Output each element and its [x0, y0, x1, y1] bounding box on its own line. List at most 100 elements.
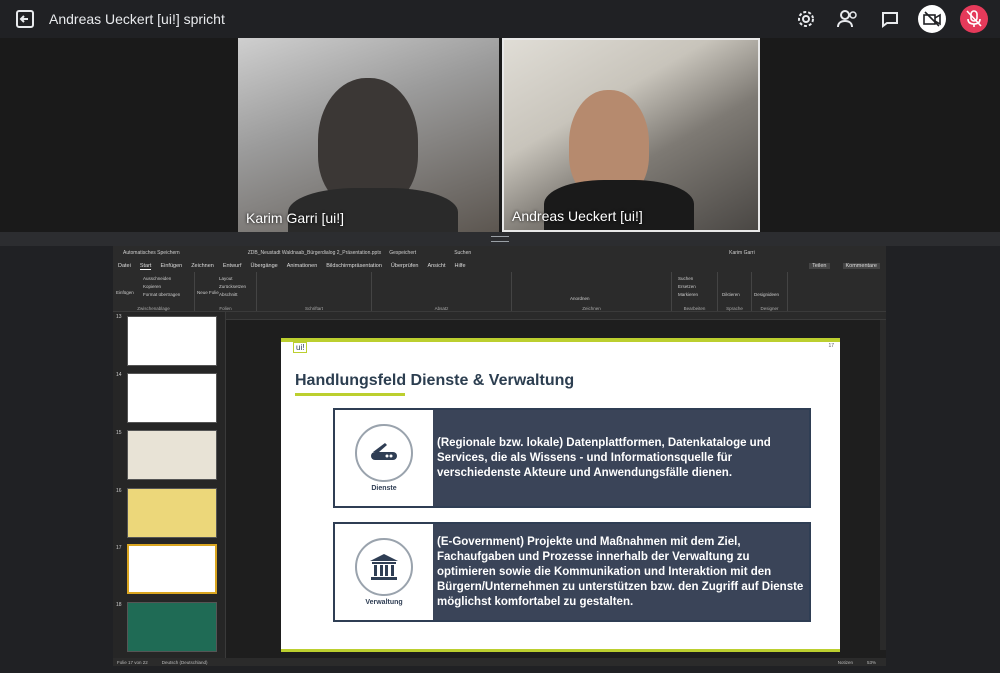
menu-zeichnen[interactable]: Zeichnen — [191, 263, 214, 269]
thumb-number: 17 — [116, 545, 122, 551]
slide-thumb-15[interactable] — [127, 430, 217, 480]
government-building-icon — [355, 538, 413, 596]
menu-entwurf[interactable]: Entwurf — [223, 263, 242, 269]
thumb-number: 14 — [116, 372, 122, 378]
menu-datei[interactable]: Datei — [118, 263, 131, 269]
language-indicator[interactable]: Deutsch (Deutschland) — [162, 660, 208, 665]
group-voice: Diktieren Sprache — [718, 272, 752, 311]
card-text: (E-Government) Projekte und Maßnahmen mi… — [433, 524, 809, 620]
replace-button[interactable]: Ersetzen — [678, 284, 696, 289]
group-edit: Suchen Ersetzen Markieren Bearbeiten — [672, 272, 718, 311]
video-strip: Karim Garri [ui!] Andreas Ueckert [ui!] — [0, 38, 1000, 232]
page-number: 17 — [828, 343, 834, 349]
knife-icon — [355, 424, 413, 482]
group-slides: Neue Folie Layout Zurücksetzen Abschnitt… — [195, 272, 257, 311]
reset-button[interactable]: Zurücksetzen — [219, 284, 246, 289]
settings-icon[interactable] — [792, 5, 820, 33]
slide-counter: Folie 17 von 22 — [117, 659, 148, 665]
ppt-ribbon: Einfügen Ausschneiden Kopieren Format üb… — [113, 272, 886, 312]
menu-ueberpruefen[interactable]: Überprüfen — [391, 263, 419, 269]
menu-ansicht[interactable]: Ansicht — [427, 263, 445, 269]
ppt-menu: Datei Start Einfügen Zeichnen Entwurf Üb… — [113, 260, 886, 272]
slide-canvas: ui! 17 Handlungsfeld Dienste & Verwaltun… — [226, 312, 886, 658]
menu-animationen[interactable]: Animationen — [287, 263, 318, 269]
ppt-statusbar: Folie 17 von 22 Deutsch (Deutschland) No… — [113, 658, 886, 666]
thumb-number: 15 — [116, 430, 122, 436]
format-painter[interactable]: Format übertragen — [143, 292, 180, 297]
group-clipboard: Einfügen Ausschneiden Kopieren Format üb… — [113, 272, 195, 311]
chat-icon[interactable] — [876, 5, 904, 33]
participant-body — [544, 180, 694, 230]
card-dienste: Dienste (Regionale bzw. lokale) Datenpla… — [333, 408, 811, 508]
participant-name: Karim Garri [ui!] — [246, 210, 345, 226]
participants-icon[interactable] — [834, 5, 862, 33]
card-label: Dienste — [371, 485, 397, 492]
group-font: Schriftart — [257, 272, 372, 311]
mic-off-icon[interactable] — [960, 5, 988, 33]
slide-thumb-18[interactable] — [127, 602, 217, 652]
menu-start[interactable]: Start — [139, 263, 152, 270]
paste-button[interactable]: Einfügen — [116, 290, 134, 295]
card-label: Verwaltung — [365, 599, 403, 606]
participant-name: Andreas Ueckert [ui!] — [512, 208, 643, 224]
ppt-titlebar: Automatisches Speichern ZDB_Neustadt Wal… — [113, 246, 886, 260]
ui-logo: ui! — [293, 342, 308, 353]
slide-thumb-17[interactable] — [127, 544, 217, 594]
camera-off-icon[interactable] — [918, 5, 946, 33]
cut-button[interactable]: Ausschneiden — [143, 276, 171, 281]
group-label: Zeichnen — [582, 306, 601, 311]
search-box[interactable]: Suchen — [454, 250, 471, 256]
menu-hilfe[interactable]: Hilfe — [455, 263, 466, 269]
ppt-workspace: 13 14 15 16 17 18 ui! 17 Handlungsfeld D… — [113, 312, 886, 658]
current-slide[interactable]: ui! 17 Handlungsfeld Dienste & Verwaltun… — [281, 338, 840, 652]
group-drawing: Anordnen Zeichnen — [512, 272, 672, 311]
group-label: Zwischenablage — [137, 306, 170, 311]
thumb-number: 13 — [116, 314, 122, 320]
section-button[interactable]: Abschnitt — [219, 292, 238, 297]
group-label: Schriftart — [304, 306, 323, 311]
group-label: Designer — [760, 306, 779, 311]
thumb-number: 18 — [116, 602, 122, 608]
card-verwaltung: Verwaltung (E-Government) Projekte und M… — [333, 522, 811, 622]
speaker-title: Andreas Ueckert [ui!] spricht — [49, 11, 225, 27]
group-label: Absatz — [434, 306, 449, 311]
slide-thumb-13[interactable] — [127, 316, 217, 366]
resize-handle[interactable] — [0, 232, 1000, 246]
slide-thumbnails: 13 14 15 16 17 18 — [113, 312, 226, 658]
slide-thumb-16[interactable] — [127, 488, 217, 538]
card-text: (Regionale bzw. lokale) Datenplattformen… — [433, 410, 809, 506]
select-button[interactable]: Markieren — [678, 292, 698, 297]
comments-button[interactable]: Kommentare — [842, 263, 880, 269]
group-label: Sprache — [726, 306, 743, 311]
group-designer: Designideen Designer — [752, 272, 788, 311]
arrange-button[interactable]: Anordnen — [570, 296, 590, 301]
participant-tile-andreas[interactable]: Andreas Ueckert [ui!] — [502, 38, 760, 232]
menu-uebergaenge[interactable]: Übergänge — [250, 263, 277, 269]
group-label: Folien — [219, 306, 232, 311]
notes-button[interactable]: Notizen — [838, 660, 853, 665]
slide-thumb-14[interactable] — [127, 373, 217, 423]
dictate-button[interactable]: Diktieren — [722, 292, 740, 297]
user-name: Karim Garri — [729, 250, 755, 256]
autosave-label: Automatisches Speichern — [123, 250, 180, 256]
save-status: Gespeichert — [389, 250, 417, 256]
thumb-number: 16 — [116, 488, 122, 494]
participant-tile-karim[interactable]: Karim Garri [ui!] — [238, 38, 499, 232]
group-paragraph: Absatz — [372, 272, 512, 311]
meeting-header: Andreas Ueckert [ui!] spricht — [0, 0, 1000, 38]
share-button[interactable]: Teilen — [809, 263, 830, 269]
scrollbar[interactable] — [880, 320, 886, 650]
copy-button[interactable]: Kopieren — [143, 284, 161, 289]
menu-einfuegen[interactable]: Einfügen — [160, 263, 182, 269]
designer-button[interactable]: Designideen — [754, 292, 779, 297]
screen-share: Automatisches Speichern ZDB_Neustadt Wal… — [113, 246, 886, 666]
layout-button[interactable]: Layout — [219, 276, 233, 281]
slide-title: Handlungsfeld Dienste & Verwaltung — [295, 372, 575, 389]
find-button[interactable]: Suchen — [678, 276, 693, 281]
zoom-level[interactable]: 53% — [867, 660, 876, 665]
exit-icon[interactable] — [15, 9, 35, 29]
file-name: ZDB_Neustadt Waldnaab_Bürgerdialog 2_Prä… — [247, 250, 382, 256]
ruler — [226, 312, 886, 320]
new-slide-button[interactable]: Neue Folie — [197, 290, 219, 295]
menu-praesentation[interactable]: Bildschirmpräsentation — [326, 263, 382, 269]
